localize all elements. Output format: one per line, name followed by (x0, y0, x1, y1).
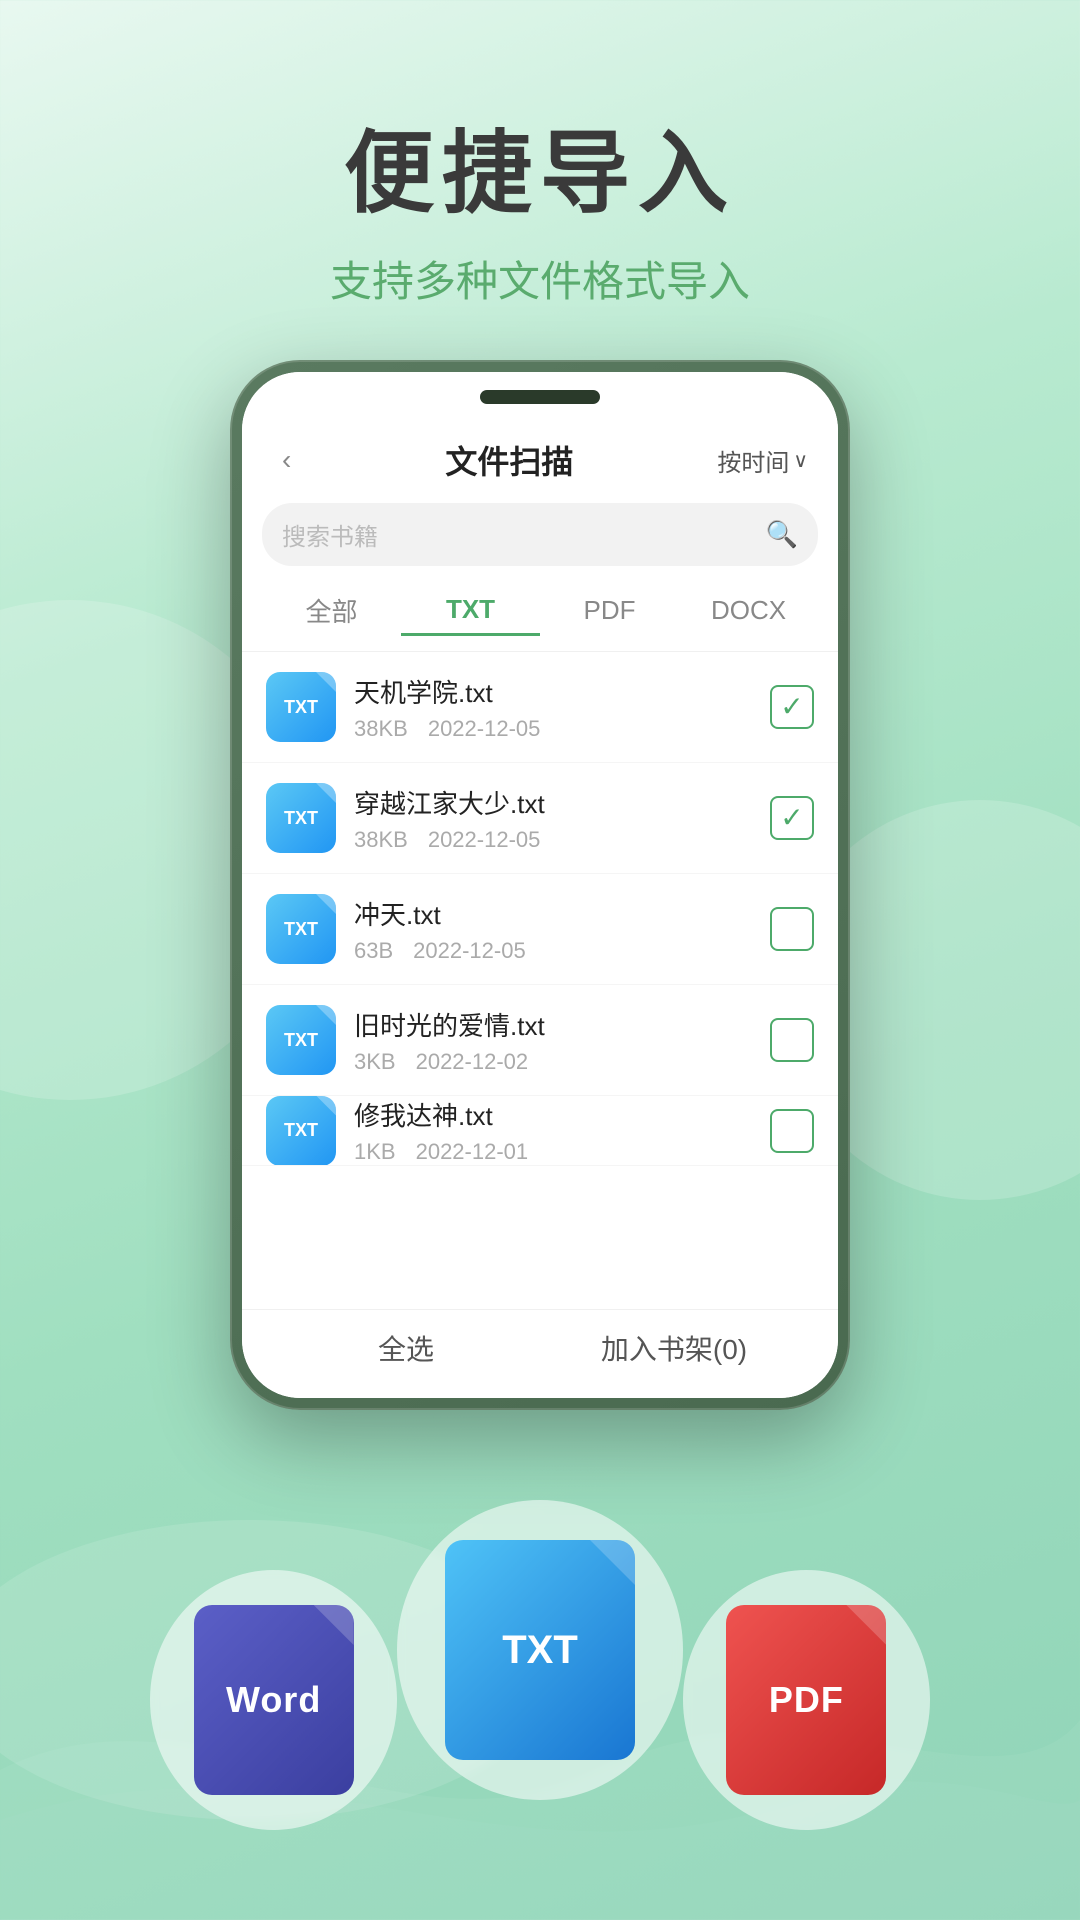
chevron-down-icon: ∨ (793, 448, 808, 473)
file-item[interactable]: TXT 冲天.txt 63B 2022-12-05 (242, 874, 838, 985)
txt-bubble: TXT (397, 1500, 682, 1800)
file-info: 冲天.txt 63B 2022-12-05 (354, 895, 752, 964)
nav-title: 文件扫描 (445, 437, 573, 483)
file-name: 穿越江家大少.txt (354, 784, 752, 821)
file-info: 修我达神.txt 1KB 2022-12-01 (354, 1096, 752, 1165)
file-checkbox[interactable] (770, 1109, 814, 1153)
file-date: 2022-12-02 (416, 1049, 529, 1075)
file-size: 38KB (354, 716, 408, 742)
txt-label: TXT (502, 1628, 578, 1673)
file-checkbox[interactable] (770, 907, 814, 951)
file-item[interactable]: TXT 修我达神.txt 1KB 2022-12-01 (242, 1096, 838, 1166)
tab-docx[interactable]: DOCX (679, 587, 818, 634)
file-meta: 3KB 2022-12-02 (354, 1049, 752, 1075)
main-title: 便捷导入 (0, 120, 1080, 228)
phone-notch (480, 390, 600, 404)
word-icon: Word (194, 1605, 354, 1795)
pdf-icon: PDF (726, 1605, 886, 1795)
file-item[interactable]: TXT 旧时光的爱情.txt 3KB 2022-12-02 (242, 985, 838, 1096)
txt-icon-large: TXT (445, 1540, 635, 1760)
file-checkbox[interactable] (770, 1018, 814, 1062)
select-all-button[interactable]: 全选 (272, 1328, 540, 1368)
file-type-icon: TXT (266, 1096, 336, 1166)
phone-screen: ‹ 文件扫描 按时间 ∨ 搜索书籍 🔍 (242, 372, 838, 1398)
file-date: 2022-12-05 (413, 938, 526, 964)
file-meta: 38KB 2022-12-05 (354, 716, 752, 742)
file-type-icon: TXT (266, 783, 336, 853)
file-type-icon: TXT (266, 894, 336, 964)
phone-mockup: ‹ 文件扫描 按时间 ∨ 搜索书籍 🔍 (230, 360, 850, 1410)
format-bubbles: Word TXT PDF (150, 1500, 930, 1830)
file-item[interactable]: TXT 穿越江家大少.txt 38KB 2022-12-05 ✓ (242, 763, 838, 874)
tab-pdf[interactable]: PDF (540, 587, 679, 634)
file-meta: 38KB 2022-12-05 (354, 827, 752, 853)
app-content: ‹ 文件扫描 按时间 ∨ 搜索书籍 🔍 (242, 372, 838, 1398)
back-button[interactable]: ‹ (272, 439, 301, 481)
checkmark-icon: ✓ (780, 693, 803, 721)
file-name: 天机学院.txt (354, 673, 752, 710)
file-meta: 63B 2022-12-05 (354, 938, 752, 964)
search-bar-wrapper: 搜索书籍 🔍 (242, 503, 838, 584)
search-placeholder: 搜索书籍 (282, 517, 756, 552)
search-bar[interactable]: 搜索书籍 🔍 (262, 503, 818, 566)
file-item[interactable]: TXT 天机学院.txt 38KB 2022-12-05 ✓ (242, 652, 838, 763)
bottom-bar: 全选 加入书架(0) (242, 1309, 838, 1398)
sort-button[interactable]: 按时间 ∨ (717, 443, 808, 478)
tab-all[interactable]: 全部 (262, 584, 401, 637)
file-info: 天机学院.txt 38KB 2022-12-05 (354, 673, 752, 742)
file-list: TXT 天机学院.txt 38KB 2022-12-05 ✓ (242, 652, 838, 1309)
file-date: 2022-12-01 (416, 1139, 529, 1165)
sub-title: 支持多种文件格式导入 (0, 248, 1080, 309)
file-type-icon: TXT (266, 1005, 336, 1075)
file-size: 1KB (354, 1139, 396, 1165)
tab-txt[interactable]: TXT (401, 586, 540, 636)
pdf-label: PDF (769, 1679, 844, 1721)
file-name: 修我达神.txt (354, 1096, 752, 1133)
file-date: 2022-12-05 (428, 827, 541, 853)
file-size: 38KB (354, 827, 408, 853)
sort-label: 按时间 (717, 443, 789, 478)
file-type-icon: TXT (266, 672, 336, 742)
page-header: 便捷导入 支持多种文件格式导入 (0, 0, 1080, 309)
file-size: 3KB (354, 1049, 396, 1075)
file-meta: 1KB 2022-12-01 (354, 1139, 752, 1165)
file-checkbox[interactable]: ✓ (770, 796, 814, 840)
phone-frame: ‹ 文件扫描 按时间 ∨ 搜索书籍 🔍 (230, 360, 850, 1410)
file-info: 穿越江家大少.txt 38KB 2022-12-05 (354, 784, 752, 853)
file-name: 旧时光的爱情.txt (354, 1006, 752, 1043)
checkmark-icon: ✓ (780, 804, 803, 832)
add-shelf-button[interactable]: 加入书架(0) (540, 1328, 808, 1368)
file-size: 63B (354, 938, 393, 964)
file-checkbox[interactable]: ✓ (770, 685, 814, 729)
pdf-bubble: PDF (683, 1570, 930, 1830)
search-icon: 🔍 (766, 519, 798, 550)
file-date: 2022-12-05 (428, 716, 541, 742)
word-bubble: Word (150, 1570, 397, 1830)
file-info: 旧时光的爱情.txt 3KB 2022-12-02 (354, 1006, 752, 1075)
file-name: 冲天.txt (354, 895, 752, 932)
word-label: Word (226, 1679, 321, 1721)
tab-bar: 全部 TXT PDF DOCX (242, 584, 838, 652)
